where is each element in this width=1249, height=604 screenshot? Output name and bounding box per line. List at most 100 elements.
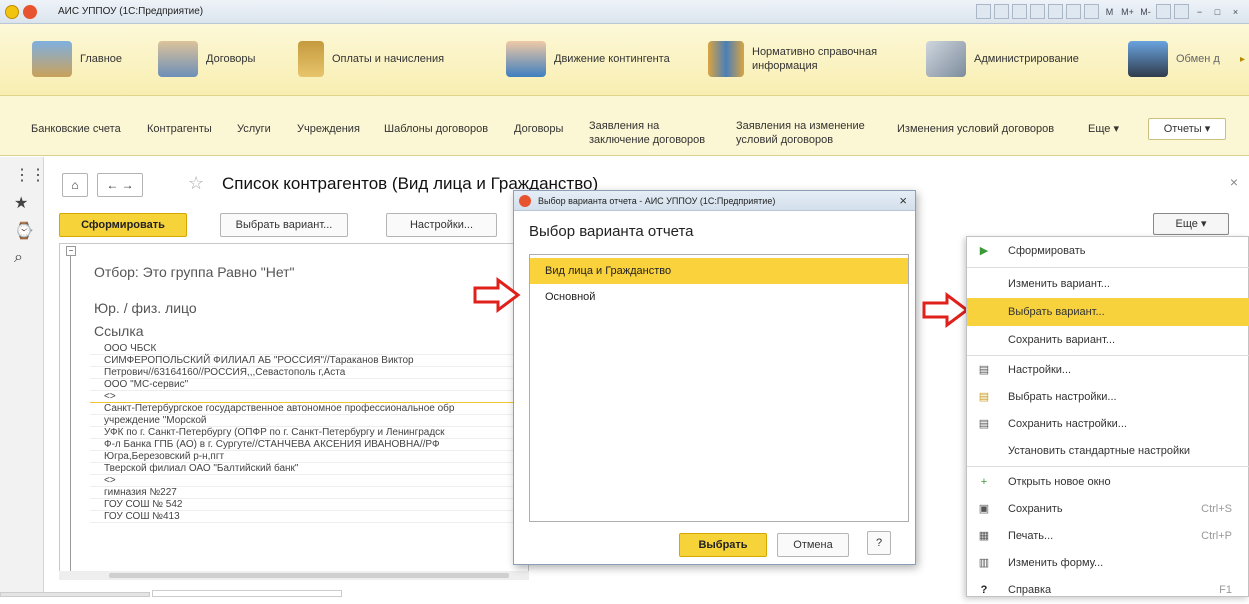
table-row[interactable]: УФК по г. Санкт-Петербургу (ОПФР по г. С… bbox=[90, 427, 528, 439]
calendar-icon[interactable] bbox=[1084, 4, 1099, 19]
preview-icon[interactable] bbox=[1012, 4, 1027, 19]
back-forward-buttons[interactable]: ← → bbox=[97, 173, 143, 197]
help-button[interactable]: ? bbox=[867, 531, 891, 555]
memory-mminus-button[interactable]: M- bbox=[1138, 4, 1153, 19]
window-tile-icon[interactable] bbox=[1156, 4, 1171, 19]
choose-variant-button[interactable]: Выбрать вариант... bbox=[220, 213, 348, 237]
favorites-icon[interactable] bbox=[1030, 4, 1045, 19]
maximize-button[interactable]: □ bbox=[1210, 4, 1225, 19]
subnav-applications[interactable]: Заявления на заключение договоров bbox=[589, 119, 719, 147]
table-row[interactable]: Петрович//63164160//РОССИЯ,,,Севастополь… bbox=[90, 367, 528, 379]
table-row[interactable]: ООО ЧБСК bbox=[90, 343, 528, 355]
dialog-close-icon[interactable]: × bbox=[899, 193, 907, 208]
table-row[interactable]: Ф-л Банка ГПБ (АО) в г. Сургуте//СТАНЧЕВ… bbox=[90, 439, 528, 451]
scroll-right-icon[interactable]: ▸ bbox=[1240, 54, 1245, 65]
menu-item-choose-variant[interactable]: Выбрать вариант... bbox=[967, 298, 1249, 326]
menu-item-settings[interactable]: ▤ Настройки... bbox=[967, 356, 1249, 384]
menu-item-change-variant[interactable]: Изменить вариант... bbox=[967, 270, 1249, 298]
calculator-icon[interactable] bbox=[1066, 4, 1081, 19]
table-row[interactable]: ГОУ СОШ № 542 bbox=[90, 499, 528, 511]
subnav-services[interactable]: Услуги bbox=[237, 122, 271, 136]
menu-item-label: Изменить вариант... bbox=[1008, 278, 1110, 290]
section-admin[interactable]: Администрирование bbox=[926, 41, 1079, 77]
report-column-type: Юр. / физ. лицо bbox=[94, 300, 197, 316]
section-label: Оплаты и начисления bbox=[332, 53, 445, 65]
group-collapse-icon[interactable]: − bbox=[66, 246, 76, 256]
generate-button[interactable]: Сформировать bbox=[59, 213, 187, 237]
table-row[interactable]: Санкт-Петербургское государственное авто… bbox=[90, 403, 528, 415]
app-logo-icon bbox=[5, 5, 19, 19]
menu-item-choose-settings[interactable]: ▤ Выбрать настройки... bbox=[967, 383, 1249, 411]
dialog-title: Выбор варианта отчета - АИС УППОУ (1С:Пр… bbox=[538, 196, 776, 206]
menu-item-save-settings[interactable]: ▤ Сохранить настройки... bbox=[967, 410, 1249, 438]
memory-mplus-button[interactable]: M+ bbox=[1120, 4, 1135, 19]
menu-item-print[interactable]: ▦ Печать... Ctrl+P bbox=[967, 522, 1249, 550]
table-row[interactable]: <> bbox=[90, 475, 528, 487]
table-row[interactable]: Тверской филиал ОАО "Балтийский банк" bbox=[90, 463, 528, 475]
menu-item-save[interactable]: ▣ Сохранить Ctrl+S bbox=[967, 495, 1249, 523]
abacus-icon bbox=[298, 41, 324, 77]
subnav-contract-templates[interactable]: Шаблоны договоров bbox=[384, 122, 488, 136]
variant-item-selected[interactable]: Вид лица и Гражданство bbox=[530, 258, 908, 284]
menu-item-generate[interactable]: ▶ Сформировать bbox=[967, 237, 1249, 265]
window-tab[interactable] bbox=[0, 592, 150, 597]
subnav-counterparties[interactable]: Контрагенты bbox=[147, 122, 212, 136]
section-panel: Главное Договоры Оплаты и начисления Дви… bbox=[0, 24, 1249, 96]
variant-list[interactable]: Вид лица и Гражданство Основной bbox=[529, 254, 909, 522]
menu-item-save-variant[interactable]: Сохранить вариант... bbox=[967, 326, 1249, 354]
table-row[interactable]: ГОУ СОШ №413 bbox=[90, 511, 528, 523]
subnav-bank-accounts[interactable]: Банковские счета bbox=[31, 122, 121, 136]
close-button[interactable]: × bbox=[1228, 4, 1243, 19]
subnav-institutions[interactable]: Учреждения bbox=[297, 122, 360, 136]
link-icon[interactable] bbox=[1048, 4, 1063, 19]
section-payments[interactable]: Оплаты и начисления bbox=[298, 41, 444, 77]
print-icon[interactable] bbox=[994, 4, 1009, 19]
table-row[interactable]: СИМФЕРОПОЛЬСКИЙ ФИЛИАЛ АБ "РОССИЯ"//Тара… bbox=[90, 355, 528, 367]
subnav-condition-changes[interactable]: Изменения условий договоров bbox=[897, 122, 1054, 136]
variant-item[interactable]: Основной bbox=[530, 284, 908, 310]
table-row[interactable]: Югра,Березовский р-н,пгт bbox=[90, 451, 528, 463]
menu-item-default-settings[interactable]: Установить стандартные настройки bbox=[967, 437, 1249, 465]
subnav-contracts[interactable]: Договоры bbox=[514, 122, 563, 136]
menu-item-label: Справка bbox=[1008, 584, 1052, 596]
section-contracts[interactable]: Договоры bbox=[158, 41, 255, 77]
window-tab-active[interactable] bbox=[152, 590, 342, 597]
section-reference[interactable]: Нормативно справочная информация bbox=[708, 41, 902, 77]
section-main[interactable]: Главное bbox=[32, 41, 122, 77]
report-filter: Отбор: Это группа Равно "Нет" bbox=[94, 264, 295, 280]
section-exchange[interactable]: Обмен д bbox=[1128, 41, 1220, 77]
table-row[interactable]: ООО "МС-сервис" bbox=[90, 379, 528, 391]
table-row[interactable]: гимназия №227 bbox=[90, 487, 528, 499]
form-icon: ▥ bbox=[978, 557, 990, 569]
menu-item-help[interactable]: ? Справка F1 bbox=[967, 576, 1249, 604]
history-icon[interactable]: ⌚ bbox=[14, 221, 34, 241]
table-row[interactable]: учреждение "Морской bbox=[90, 415, 528, 427]
memory-m-button[interactable]: M bbox=[1102, 4, 1117, 19]
menu-item-new-window[interactable]: + Открыть новое окно bbox=[967, 468, 1249, 496]
minimize-button[interactable]: − bbox=[1192, 4, 1207, 19]
subsection-nav: Банковские счета Контрагенты Услуги Учре… bbox=[0, 96, 1249, 156]
report-spreadsheet[interactable]: − Отбор: Это группа Равно "Нет" Юр. / фи… bbox=[59, 243, 529, 579]
horizontal-scrollbar[interactable] bbox=[59, 571, 529, 580]
dialog-titlebar: Выбор варианта отчета - АИС УППОУ (1С:Пр… bbox=[514, 191, 915, 211]
home-button[interactable]: ⌂ bbox=[62, 173, 88, 197]
subnav-more[interactable]: Еще ▾ bbox=[1088, 122, 1119, 136]
reports-dropdown[interactable]: Отчеты ▾ bbox=[1148, 118, 1226, 140]
select-button[interactable]: Выбрать bbox=[679, 533, 767, 557]
menu-item-change-form[interactable]: ▥ Изменить форму... bbox=[967, 549, 1249, 577]
favorite-star-icon[interactable]: ☆ bbox=[188, 173, 204, 194]
window-tabs-bar bbox=[0, 590, 350, 597]
table-row[interactable]: <> bbox=[90, 391, 528, 403]
subnav-change-applications[interactable]: Заявления на изменение условий договоров bbox=[736, 119, 881, 147]
more-dropdown[interactable]: Еще ▾ bbox=[1153, 213, 1229, 235]
cancel-button[interactable]: Отмена bbox=[777, 533, 849, 557]
favorites-star-icon[interactable]: ★ bbox=[14, 193, 28, 213]
save-icon[interactable] bbox=[976, 4, 991, 19]
settings-button[interactable]: Настройки... bbox=[386, 213, 497, 237]
main-menu-icon[interactable] bbox=[23, 5, 37, 19]
form-close-icon[interactable]: × bbox=[1230, 174, 1238, 190]
grid-menu-icon[interactable]: ⋮⋮ bbox=[14, 165, 46, 185]
info-icon[interactable] bbox=[1174, 4, 1189, 19]
section-contingent[interactable]: Движение контингента bbox=[506, 41, 670, 77]
search-icon[interactable]: ⌕ bbox=[14, 249, 23, 267]
